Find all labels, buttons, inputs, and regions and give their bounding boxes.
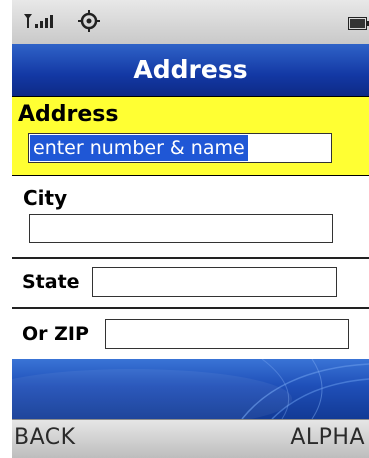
city-field-row[interactable]: City <box>12 176 369 259</box>
state-field-row[interactable]: State <box>12 259 369 309</box>
address-field-row[interactable]: Address enter number & name <box>12 96 369 176</box>
address-input-value: enter number & name <box>30 135 248 161</box>
softkey-bar: BACK ALPHA <box>12 419 369 458</box>
address-input[interactable]: enter number & name <box>28 133 332 163</box>
alpha-softkey[interactable]: ALPHA <box>290 425 365 450</box>
gear-icon <box>78 10 100 36</box>
page-title: Address <box>12 44 369 96</box>
antenna-signal-icon <box>24 13 58 33</box>
battery-icon <box>348 15 369 34</box>
state-label: State <box>22 271 80 293</box>
zip-label: Or ZIP <box>22 323 89 345</box>
back-softkey[interactable]: BACK <box>14 425 76 450</box>
status-bar <box>12 0 369 45</box>
city-input[interactable] <box>29 214 333 243</box>
zip-field-row[interactable]: Or ZIP <box>12 309 369 359</box>
zip-input[interactable] <box>105 319 349 349</box>
city-label: City <box>23 186 68 210</box>
address-label: Address <box>18 102 119 127</box>
phone-screen: Address Address enter number & name City… <box>0 0 369 458</box>
address-form: Address enter number & name City State O… <box>12 96 369 359</box>
state-input[interactable] <box>92 267 337 297</box>
globe-lines <box>12 359 369 419</box>
globe-background <box>12 359 369 419</box>
